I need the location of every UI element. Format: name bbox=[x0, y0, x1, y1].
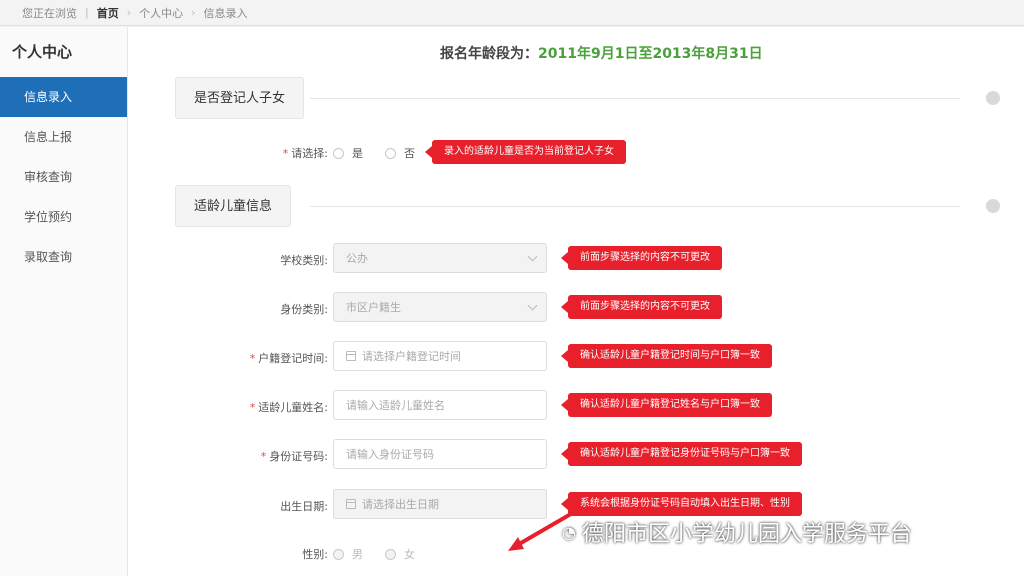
hukou-time-label: * 户籍登记时间: bbox=[249, 352, 328, 365]
watermark-text: 德阳市区小学幼儿园入学服务平台 bbox=[581, 522, 912, 547]
callout-registrant-child: 录入的适龄儿童是否为当前登记人子女 bbox=[425, 140, 626, 164]
gender-label: 性别: bbox=[302, 548, 328, 561]
callout-id-number: 确认适龄儿童户籍登记身份证号码与户口簿一致 bbox=[561, 442, 802, 466]
section-collapse-dot-icon[interactable] bbox=[986, 199, 1000, 213]
breadcrumb-current: 信息录入 bbox=[203, 6, 248, 20]
child-name-input[interactable]: 请输入适龄儿童姓名 bbox=[333, 390, 547, 420]
sidebar-item-info-entry[interactable]: 信息录入 bbox=[0, 77, 127, 117]
school-type-select: 公办 bbox=[333, 243, 547, 273]
watermark: ◔ 德阳市区小学幼儿园入学服务平台 bbox=[562, 516, 912, 548]
sidebar-item-seat-reservation[interactable]: 学位预约 bbox=[0, 197, 127, 237]
sidebar: 个人中心 信息录入 信息上报 审核查询 学位预约 录取查询 bbox=[0, 27, 128, 576]
hukou-time-datepicker[interactable]: 请选择户籍登记时间 bbox=[333, 341, 547, 371]
chevron-down-icon bbox=[527, 300, 538, 311]
radio-circle-icon bbox=[333, 147, 344, 159]
radio-circle-icon bbox=[333, 548, 344, 560]
radio-male-label: 男 bbox=[352, 548, 363, 561]
required-mark-icon: * bbox=[282, 147, 289, 160]
school-type-label: 学校类别: bbox=[280, 254, 328, 267]
required-mark-icon: * bbox=[249, 401, 256, 414]
age-range-notice: 报名年龄段为：2011年9月1日至2013年8月31日 bbox=[440, 43, 763, 63]
radio-male: 男 bbox=[333, 546, 363, 562]
sidebar-item-review-query[interactable]: 审核查询 bbox=[0, 157, 127, 197]
id-number-label: * 身份证号码: bbox=[260, 450, 328, 463]
section-divider bbox=[310, 206, 960, 207]
child-name-label: * 适龄儿童姓名: bbox=[249, 401, 328, 414]
callout-identity-type: 前面步骤选择的内容不可更改 bbox=[561, 295, 722, 319]
calendar-icon bbox=[346, 351, 356, 361]
birth-date-label: 出生日期: bbox=[280, 500, 328, 513]
identity-type-value: 市区户籍生 bbox=[346, 301, 401, 314]
main-content: 报名年龄段为：2011年9月1日至2013年8月31日 是否登记人子女 * 请选择… bbox=[128, 27, 1024, 576]
select-label: * 请选择: bbox=[282, 147, 328, 160]
section-divider bbox=[310, 98, 960, 99]
breadcrumb-separator-icon: | bbox=[85, 6, 89, 19]
sidebar-title: 个人中心 bbox=[12, 43, 73, 61]
radio-female: 女 bbox=[385, 546, 415, 562]
hukou-time-placeholder: 请选择户籍登记时间 bbox=[362, 350, 461, 363]
radio-circle-icon bbox=[385, 548, 396, 560]
breadcrumb: 您正在浏览 | 首页 › 个人中心 › 信息录入 bbox=[0, 0, 1024, 26]
chevron-right-icon: › bbox=[126, 6, 132, 19]
required-mark-icon: * bbox=[249, 352, 256, 365]
callout-child-name: 确认适龄儿童户籍登记姓名与户口簿一致 bbox=[561, 393, 772, 417]
id-number-placeholder: 请输入身份证号码 bbox=[346, 448, 434, 461]
age-range-label: 报名年龄段为： bbox=[440, 46, 538, 62]
identity-type-label: 身份类别: bbox=[280, 303, 328, 316]
callout-school-type: 前面步骤选择的内容不可更改 bbox=[561, 246, 722, 270]
birth-date-placeholder: 请选择出生日期 bbox=[362, 498, 439, 511]
radio-circle-icon bbox=[385, 147, 396, 159]
radio-no-label: 否 bbox=[404, 147, 415, 160]
section-heading-child-info: 适龄儿童信息 bbox=[175, 185, 292, 227]
callout-hukou-time: 确认适龄儿童户籍登记时间与户口簿一致 bbox=[561, 344, 772, 368]
radio-yes[interactable]: 是 bbox=[333, 145, 363, 161]
callout-birth-date: 系统会根据身份证号码自动填入出生日期、性别 bbox=[561, 492, 802, 516]
wechat-icon: ◔ bbox=[562, 522, 576, 542]
section-heading-registrant-child: 是否登记人子女 bbox=[175, 77, 305, 119]
breadcrumb-home-link[interactable]: 首页 bbox=[97, 5, 119, 21]
sidebar-item-admission-query[interactable]: 录取查询 bbox=[0, 237, 127, 277]
radio-female-label: 女 bbox=[404, 548, 415, 561]
breadcrumb-personal-center-link[interactable]: 个人中心 bbox=[139, 5, 183, 21]
required-mark-icon: * bbox=[260, 450, 267, 463]
section-collapse-dot-icon[interactable] bbox=[986, 91, 1000, 105]
identity-type-select: 市区户籍生 bbox=[333, 292, 547, 322]
breadcrumb-prefix: 您正在浏览 bbox=[22, 6, 77, 20]
radio-no[interactable]: 否 bbox=[385, 145, 415, 161]
chevron-right-icon: › bbox=[191, 6, 196, 19]
sidebar-item-info-report[interactable]: 信息上报 bbox=[0, 117, 127, 157]
age-range-value: 2011年9月1日至2013年8月31日 bbox=[538, 46, 763, 62]
radio-yes-label: 是 bbox=[352, 147, 363, 160]
chevron-down-icon bbox=[527, 251, 538, 262]
child-name-placeholder: 请输入适龄儿童姓名 bbox=[346, 399, 445, 412]
calendar-icon bbox=[346, 499, 356, 509]
id-number-input[interactable]: 请输入身份证号码 bbox=[333, 439, 547, 469]
school-type-value: 公办 bbox=[346, 252, 368, 265]
